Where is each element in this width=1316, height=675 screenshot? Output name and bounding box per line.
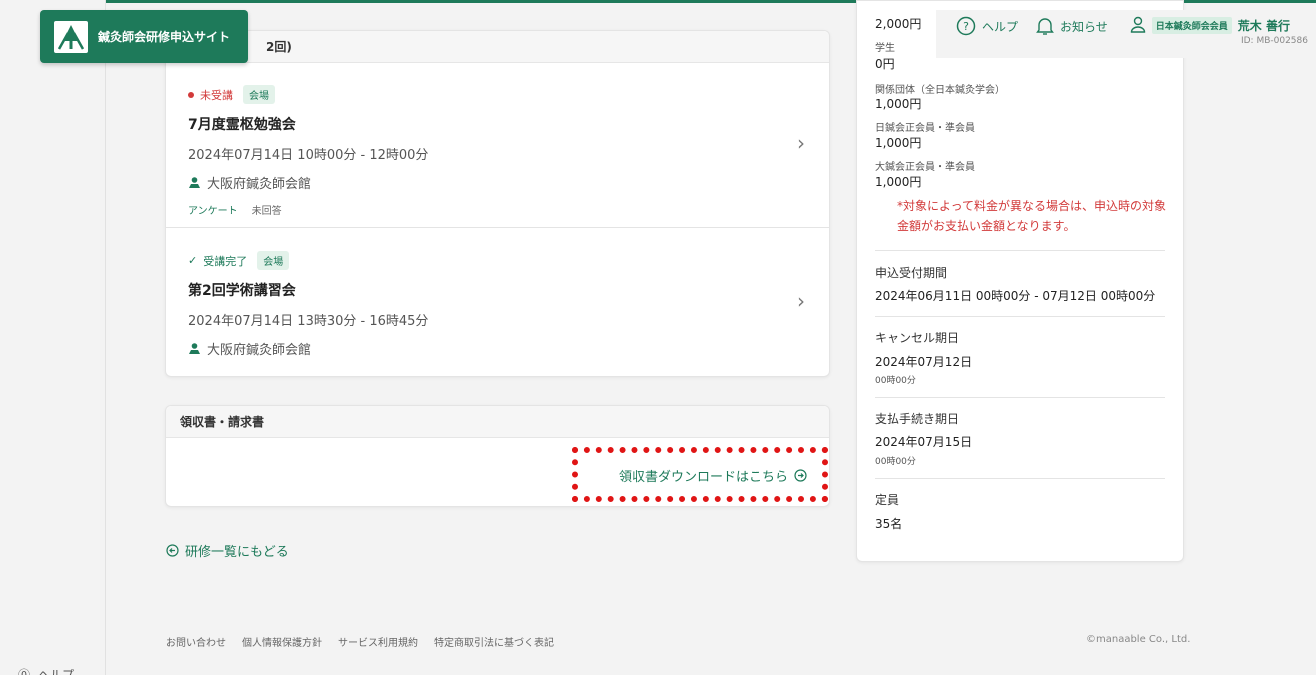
payment-time: 00時00分: [875, 457, 916, 467]
sidebar-divider: [875, 316, 1165, 317]
check-icon: ✓: [188, 254, 198, 267]
top-nav: ? ヘルプ お知らせ 日本鍼灸師会会員 荒木 善行 ID: MB-002586: [936, 10, 1316, 58]
fee-label: 日鍼会正会員・準会員: [875, 123, 975, 134]
sidebar-divider: [875, 478, 1165, 479]
user-icon: [1130, 16, 1145, 33]
cancel-date: 2024年07月12日: [875, 355, 973, 369]
receipt-card-header: 領収書・請求書: [166, 406, 829, 438]
fee-value: 1,000円: [875, 136, 922, 150]
payment-date: 2024年07月15日: [875, 435, 973, 449]
session-status: 未受講: [200, 88, 233, 102]
info-sidebar: 2,000円 学生 0円 関係団体（全日本鍼灸学会） 1,000円 日鍼会正会員…: [856, 0, 1184, 562]
sidebar-divider: [875, 250, 1165, 251]
member-badge: 日本鍼灸師会会員: [1151, 16, 1232, 34]
fee-value: 1,000円: [875, 97, 922, 111]
status-completed: ✓ 受講完了 会場: [188, 251, 830, 270]
venue-name: 大阪府鍼灸師会館: [207, 343, 312, 358]
notifications-button[interactable]: お知らせ: [1036, 16, 1108, 36]
left-rail: ⓪ ヘルプ: [0, 0, 106, 675]
venue-person-icon: [189, 343, 200, 354]
cancel-time: 00時00分: [875, 376, 916, 386]
session-divider: [166, 227, 830, 228]
brand-name: 鍼灸師会研修申込サイト: [98, 30, 231, 44]
session-status: 受講完了: [203, 254, 248, 268]
survey-status: 未回答: [251, 206, 282, 217]
footer-link-contact[interactable]: お問い合わせ: [166, 634, 226, 649]
help-label: ヘルプ: [982, 19, 1019, 34]
venue-name: 大阪府鍼灸師会館: [207, 177, 312, 192]
fee-label: 関係団体（全日本鍼灸学会）: [875, 85, 1005, 96]
fee-value: 2,000円: [875, 17, 922, 31]
survey-row: アンケート 未回答: [188, 202, 830, 217]
session-title: 7月度霊枢勉強会: [188, 117, 296, 133]
venue-tag: 会場: [243, 85, 275, 104]
user-id: ID: MB-002586: [1240, 36, 1308, 46]
help-circle-icon: ?: [956, 16, 976, 36]
capacity-value: 35名: [875, 517, 903, 531]
session-date: 2024年07月14日 13時30分 - 16時45分: [188, 314, 429, 329]
notifications-label: お知らせ: [1060, 19, 1108, 34]
rail-help-item[interactable]: ⓪ ヘルプ: [18, 666, 74, 675]
footer-link-terms[interactable]: サービス利用規約: [338, 634, 418, 649]
footer-links: お問い合わせ 個人情報保護方針 サービス利用規約 特定商取引法に基づく表記: [166, 634, 554, 649]
survey-label: アンケート: [188, 206, 238, 217]
application-period: 2024年06月11日 00時00分 - 07月12日 00時00分: [875, 289, 1156, 303]
help-icon: ⓪: [18, 668, 31, 675]
user-menu[interactable]: 日本鍼灸師会会員 荒木 善行: [1130, 16, 1290, 34]
venue-tag: 会場: [257, 251, 290, 270]
fee-value: 0円: [875, 57, 895, 71]
copyright: ©manaable Co., Ltd.: [1086, 634, 1191, 645]
status-unattended: 未受講 会場: [188, 85, 830, 104]
back-to-list-link[interactable]: 研修一覧にもどる: [166, 541, 289, 560]
fee-note: *対象によって料金が異なる場合は、申込時の対象金額がお支払い金額となります。: [897, 199, 1167, 233]
payment-title: 支払手続き期日: [875, 412, 960, 426]
application-period-title: 申込受付期間: [875, 266, 948, 280]
brand-logo[interactable]: 鍼灸師会研修申込サイト: [40, 10, 248, 63]
fee-label: 学生: [875, 43, 895, 54]
bell-icon: [1036, 18, 1054, 35]
sessions-card: 2回) 未受講 会場 7月度霊枢勉強会 2024年07月14日 10時00分 -…: [165, 30, 830, 377]
sessions-card-header: 2回): [166, 31, 829, 63]
highlight-box: [572, 447, 828, 502]
chevron-right-icon[interactable]: ›: [797, 131, 805, 155]
footer-link-commerce[interactable]: 特定商取引法に基づく表記: [434, 634, 554, 649]
venue-person-icon: [189, 177, 200, 188]
status-dot-icon: [188, 91, 194, 98]
sidebar-divider: [875, 397, 1165, 398]
session-item[interactable]: ✓ 受講完了 会場 第2回学術講習会 2024年07月14日 13時30分 - …: [166, 251, 830, 358]
help-button[interactable]: ? ヘルプ: [956, 16, 1018, 36]
sessions-card-title: 2回): [266, 40, 292, 54]
fee-value: 1,000円: [875, 175, 922, 189]
footer-link-privacy[interactable]: 個人情報保護方針: [242, 634, 322, 649]
session-title: 第2回学術講習会: [188, 283, 296, 299]
svg-text:?: ?: [963, 20, 969, 33]
session-venue: 大阪府鍼灸師会館: [188, 339, 830, 358]
receipt-card-title: 領収書・請求書: [180, 415, 265, 429]
back-link-label: 研修一覧にもどる: [185, 545, 289, 560]
cancel-title: キャンセル期日: [875, 331, 960, 345]
chevron-right-icon[interactable]: ›: [797, 289, 805, 313]
session-venue: 大阪府鍼灸師会館: [188, 173, 830, 192]
user-name: 荒木 善行: [1237, 18, 1290, 33]
session-item[interactable]: 未受講 会場 7月度霊枢勉強会 2024年07月14日 10時00分 - 12時…: [166, 85, 830, 217]
capacity-title: 定員: [875, 493, 900, 507]
arrow-left-circle-icon: [166, 544, 179, 557]
fee-label: 大鍼会正会員・準会員: [875, 162, 975, 173]
rail-help-label: ヘルプ: [38, 668, 75, 675]
logo-mark-icon: [54, 20, 88, 53]
session-date: 2024年07月14日 10時00分 - 12時00分: [188, 148, 429, 163]
